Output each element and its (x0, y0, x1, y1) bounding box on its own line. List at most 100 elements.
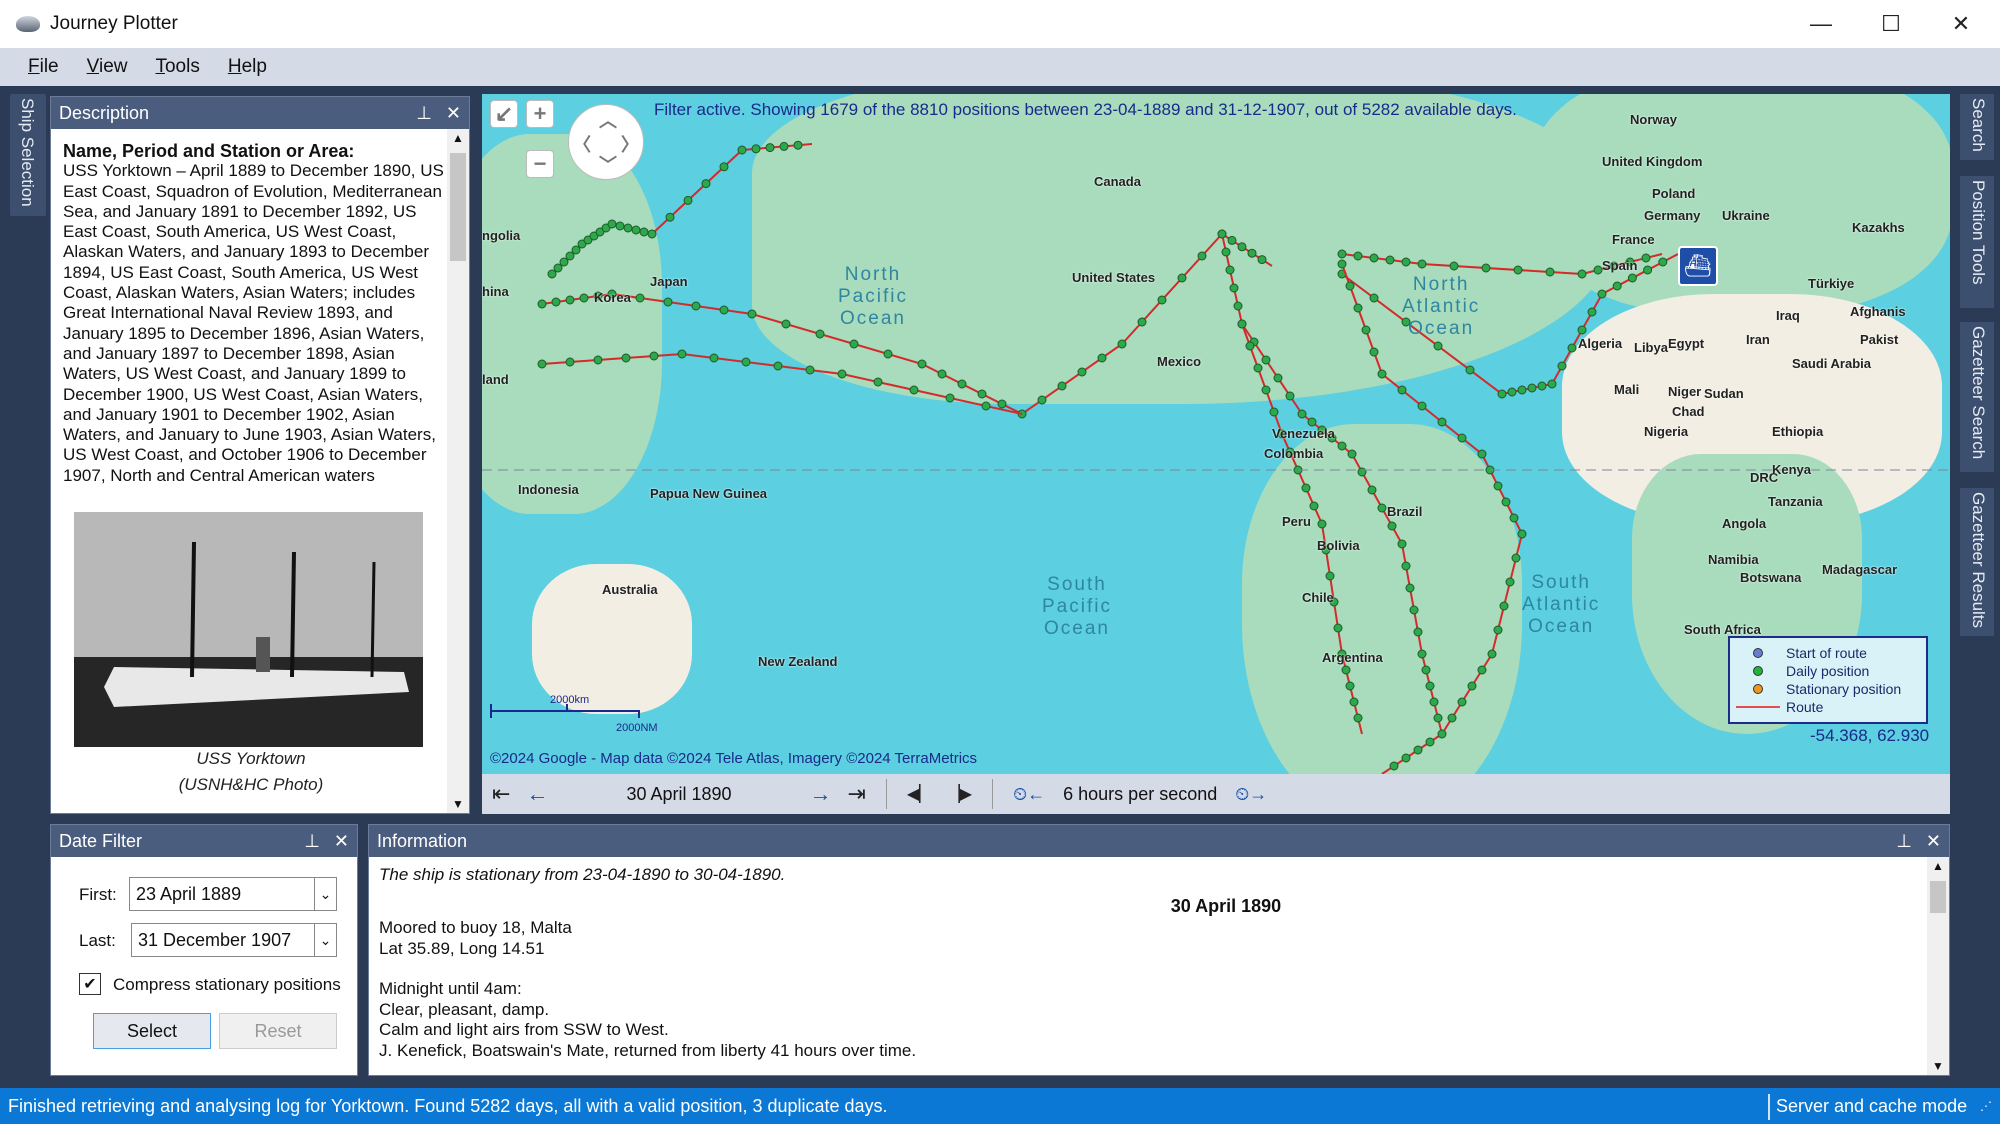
first-day-button[interactable]: ⇤ (492, 781, 510, 807)
tab-search[interactable]: Search (1960, 94, 1994, 160)
tab-ship-selection[interactable]: Ship Selection (10, 94, 46, 216)
zoom-in-button[interactable]: + (526, 100, 554, 128)
map-label-country: Colombia (1264, 446, 1324, 461)
position-point (1333, 623, 1343, 633)
position-point (917, 359, 927, 369)
last-day-button[interactable]: ⇥ (847, 781, 865, 807)
description-header: Description ⊥ ✕ (51, 97, 469, 129)
pin-icon[interactable]: ⊥ (304, 831, 320, 852)
map-label-country: Niger (1668, 384, 1702, 399)
menu-view[interactable]: View (87, 56, 128, 78)
previous-day-button[interactable]: ← (526, 781, 548, 807)
description-scrollbar[interactable]: ▲ ▼ (447, 129, 469, 813)
position-point (719, 162, 729, 172)
position-point (1577, 325, 1587, 335)
pin-icon[interactable]: ⊥ (416, 103, 432, 124)
tab-position-tools[interactable]: Position Tools (1960, 176, 1994, 308)
chevron-down-icon[interactable]: ⌄ (314, 924, 336, 956)
close-panel-icon[interactable]: ✕ (334, 831, 349, 852)
position-point (1269, 407, 1279, 417)
play-forward-button[interactable]: ▕▶ (947, 784, 972, 804)
map-label-country: Mexico (1157, 354, 1202, 369)
position-point (1353, 713, 1363, 723)
position-point (1369, 253, 1379, 263)
position-point (1511, 553, 1521, 563)
map-label-country: Peru (1282, 514, 1311, 529)
position-point (1477, 449, 1487, 459)
legend-route: Route (1730, 698, 1926, 716)
map-view[interactable]: North Pacific Ocean South Pacific Ocean Nort… (482, 94, 1950, 774)
pin-icon[interactable]: ⊥ (1896, 831, 1912, 852)
position-point (1197, 251, 1207, 261)
tab-gazetteer-search[interactable]: Gazetteer Search (1960, 322, 1994, 472)
scroll-thumb[interactable] (450, 153, 466, 261)
scroll-up-icon[interactable]: ▲ (452, 131, 464, 145)
maximize-button[interactable]: ☐ (1856, 0, 1926, 48)
position-point (565, 251, 575, 261)
position-point (1237, 242, 1247, 252)
position-point (649, 351, 659, 361)
position-point (1417, 259, 1427, 269)
position-point (1385, 255, 1395, 265)
position-point (537, 299, 547, 309)
play-backward-button[interactable]: ◀▏ (907, 784, 932, 804)
position-point (1527, 383, 1537, 393)
minimize-button[interactable]: — (1786, 0, 1856, 48)
zoom-extents-button[interactable]: ↙ (490, 100, 518, 128)
close-button[interactable]: ✕ (1926, 0, 1996, 48)
pan-down-icon[interactable]: ﹀ (599, 151, 617, 177)
position-point (1261, 355, 1271, 365)
slower-button[interactable]: ⏲← (1013, 784, 1045, 805)
last-date-picker[interactable]: 31 December 1907 ⌄ (131, 923, 337, 957)
map-label-country: Spain (1602, 258, 1638, 273)
position-point (639, 227, 649, 237)
log-location: Moored to buoy 18, Malta (379, 918, 572, 937)
map-scale: 2000km 2000NM (490, 694, 740, 744)
position-point (737, 145, 747, 155)
ship-position-marker[interactable]: ⛴ (1678, 246, 1718, 286)
menu-file[interactable]: File (28, 56, 59, 78)
scroll-up-icon[interactable]: ▲ (1932, 859, 1944, 873)
position-point (873, 377, 883, 387)
position-point (1405, 583, 1415, 593)
position-point (1353, 251, 1363, 261)
pan-left-icon[interactable]: 〈 (573, 131, 591, 157)
position-point (1643, 265, 1653, 275)
resize-grip-icon[interactable]: ⋰ (1980, 1099, 1992, 1113)
first-date-picker[interactable]: 23 April 1889 ⌄ (129, 877, 337, 911)
chevron-down-icon[interactable]: ⌄ (314, 878, 336, 910)
position-point (1627, 273, 1637, 283)
map-label-country: Mali (1614, 382, 1640, 397)
tab-gazetteer-results[interactable]: Gazetteer Results (1960, 488, 1994, 636)
close-panel-icon[interactable]: ✕ (446, 103, 461, 124)
position-point (1337, 259, 1347, 269)
position-point (1457, 697, 1467, 707)
scroll-thumb[interactable] (1930, 881, 1946, 913)
pan-right-icon[interactable]: 〉 (621, 131, 639, 157)
pan-up-icon[interactable]: ︿ (599, 107, 617, 133)
menu-help[interactable]: Help (228, 56, 267, 78)
scroll-down-icon[interactable]: ▼ (452, 797, 464, 811)
select-button[interactable]: Select (93, 1013, 211, 1049)
menu-tools[interactable]: Tools (155, 56, 199, 78)
next-day-button[interactable]: → (809, 781, 831, 807)
faster-button[interactable]: ⏲→ (1235, 784, 1267, 805)
close-panel-icon[interactable]: ✕ (1926, 831, 1941, 852)
pan-control[interactable]: ︿ 〈 〉 ﹀ (568, 104, 644, 180)
information-scrollbar[interactable]: ▲ ▼ (1927, 857, 1949, 1075)
zoom-out-button[interactable]: − (526, 150, 554, 178)
position-point (719, 305, 729, 315)
position-point (1497, 389, 1507, 399)
reset-button[interactable]: Reset (219, 1013, 337, 1049)
position-point (1501, 497, 1511, 507)
map-label-country: Japan (650, 274, 688, 289)
scroll-down-icon[interactable]: ▼ (1932, 1059, 1944, 1073)
position-point (553, 263, 563, 273)
app-ship-icon (16, 16, 40, 32)
map-label-country: Pakist (1860, 332, 1899, 347)
position-point (1361, 325, 1371, 335)
map-label-country: Angola (1722, 516, 1767, 531)
compress-checkbox[interactable]: ✔ (79, 973, 101, 995)
stationary-note: The ship is stationary from 23-04-1890 t… (379, 865, 786, 884)
position-point (1612, 281, 1622, 291)
